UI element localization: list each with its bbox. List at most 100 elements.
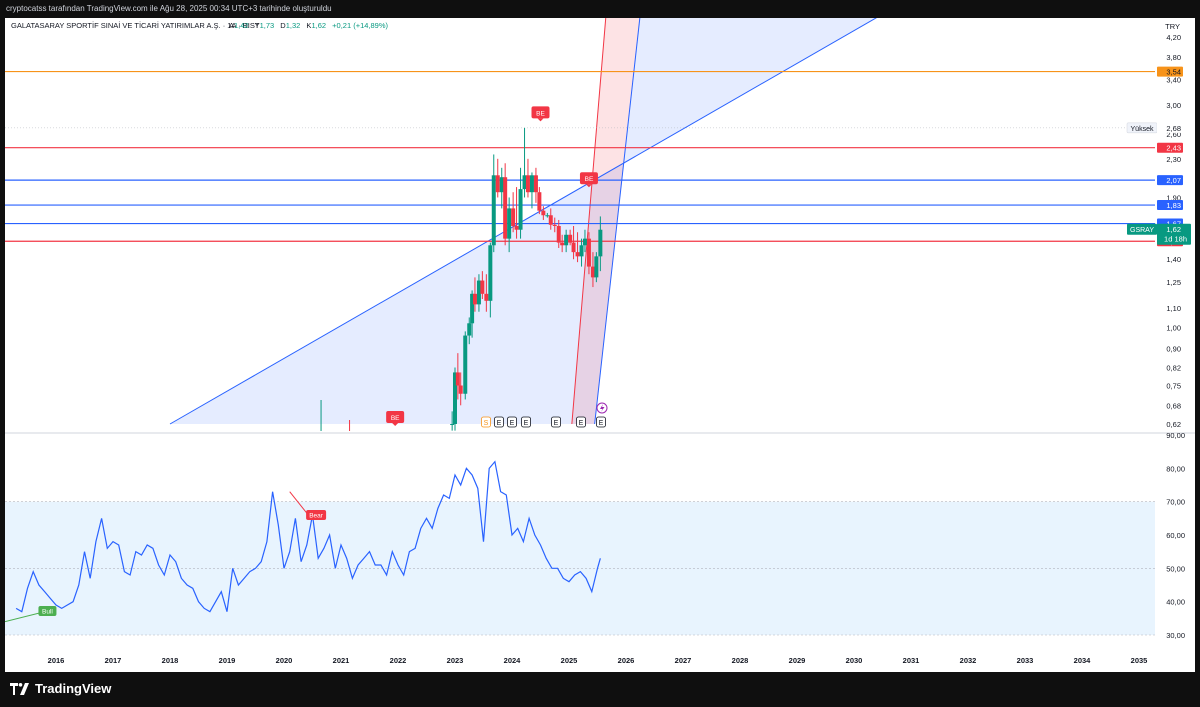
price-pane[interactable]: BEBEBES E E E E E E4,203,803,403,002,602,301,9…: [5, 18, 1195, 434]
bull-signal[interactable]: Bull: [38, 606, 57, 616]
candle-body-8[interactable]: [476, 280, 481, 305]
bear-signal[interactable]: Bear: [306, 510, 327, 520]
candle-body-19[interactable]: [518, 189, 523, 230]
rsi-tick-6: 30,00: [1166, 631, 1185, 640]
event-icon-2[interactable]: E: [507, 416, 517, 428]
ohlc-high: 1,73: [260, 21, 275, 30]
be-marker-arrow: [537, 118, 544, 122]
event-icon-letter: S: [484, 420, 489, 427]
time-tick-2026: 2026: [618, 656, 635, 665]
event-icon-6[interactable]: E: [596, 416, 606, 428]
candle-body-36[interactable]: [582, 238, 587, 246]
candle-body-31[interactable]: [564, 234, 569, 246]
candle-body-30[interactable]: [560, 242, 565, 246]
price-tick-3: 3,00: [1166, 101, 1181, 110]
high-tag[interactable]: Yüksek 2,68: [1126, 122, 1183, 134]
candle-body-4[interactable]: [463, 335, 468, 394]
time-tick-2021: 2021: [333, 656, 350, 665]
candle-body-5[interactable]: [467, 323, 472, 336]
level-tag-3[interactable]: 1,83: [1157, 200, 1183, 211]
event-icon-letter: E: [599, 420, 604, 427]
candle-body-2[interactable]: [455, 372, 460, 386]
be-marker-label: BE: [536, 110, 545, 117]
time-tick-2029: 2029: [789, 656, 806, 665]
price-tick-10: 1,10: [1166, 304, 1181, 313]
candle-body-32[interactable]: [568, 234, 573, 243]
candle-body-24[interactable]: [537, 192, 542, 211]
candle-body-37[interactable]: [586, 238, 591, 267]
candle-body-38[interactable]: [590, 266, 595, 278]
candle-body-20[interactable]: [522, 175, 527, 190]
candle-body-13[interactable]: [495, 175, 500, 193]
event-icon-letter: E: [579, 420, 584, 427]
chart-title: GALATASARAY SPORTİF SINAİ VE TİCARİ YATI…: [11, 21, 260, 30]
event-icon-letter: E: [524, 420, 529, 427]
rsi-tick-5: 40,00: [1166, 598, 1185, 607]
candle-body-26[interactable]: [545, 215, 550, 217]
event-icon-4[interactable]: E: [551, 416, 561, 428]
lightning-icon[interactable]: [596, 402, 608, 414]
price-tick-12: 0,90: [1166, 345, 1181, 354]
candle-body-27[interactable]: [548, 215, 553, 225]
be-marker-arrow: [392, 423, 399, 426]
price-tick-1: 3,80: [1166, 53, 1181, 62]
event-icon-3[interactable]: E: [521, 416, 531, 428]
time-tick-2030: 2030: [846, 656, 863, 665]
event-icon-1[interactable]: E: [494, 416, 504, 428]
high-tag-value: 2,68: [1166, 124, 1181, 133]
candle-body-17[interactable]: [511, 208, 516, 226]
candle-body-23[interactable]: [533, 175, 538, 193]
price-tick-2: 3,40: [1166, 76, 1181, 85]
candle-body-29[interactable]: [556, 225, 561, 243]
candle-body-33[interactable]: [571, 242, 576, 253]
brand-name: TradingView: [35, 681, 112, 696]
price-tick-14: 0,75: [1166, 381, 1181, 390]
price-tick-5: 2,30: [1166, 155, 1181, 164]
candle-body-15[interactable]: [503, 177, 508, 239]
chart-frame[interactable]: BE BE BE S E E E E E E 4,20 3,80 3,40 3,00 2,60 2,30 1,9…: [4, 18, 1195, 672]
attribution-text: cryptocatss tarafından TradingView.com i…: [6, 4, 332, 13]
chart-svg[interactable]: BEBEBES E E E E E E4,203,803,403,002,602,301,9…: [4, 18, 1195, 672]
level-tag-2[interactable]: 2,07: [1157, 175, 1183, 186]
candle-body-28[interactable]: [552, 224, 557, 226]
candle-body-11[interactable]: [488, 245, 493, 301]
footer-bar: TradingView: [0, 672, 1200, 707]
price-tick-11: 1,00: [1166, 323, 1181, 332]
candle-body-0[interactable]: [450, 424, 455, 425]
candle-body-3[interactable]: [458, 385, 463, 394]
level-tag-0[interactable]: 3,54: [1157, 66, 1183, 77]
event-icon-0[interactable]: S: [481, 416, 491, 428]
candle-body-34[interactable]: [575, 252, 580, 257]
candle-body-21[interactable]: [525, 175, 530, 193]
time-tick-2025: 2025: [561, 656, 578, 665]
candle-body-9[interactable]: [480, 280, 485, 294]
price-plot[interactable]: BE BE BE: [5, 18, 1155, 431]
time-axis[interactable]: 2016 2017 2018 2019 2020 2021 2022 2023 2024 2025…: [48, 656, 1148, 665]
candle-body-18[interactable]: [514, 225, 519, 230]
rsi-tick-3: 60,00: [1166, 531, 1185, 540]
ohlc-change: +0,21 (+14,89%): [332, 21, 388, 30]
candle-body-10[interactable]: [484, 293, 489, 301]
be-marker-1[interactable]: BE: [531, 106, 550, 122]
rsi-tick-4: 50,00: [1166, 564, 1185, 573]
event-icon-5[interactable]: E: [576, 416, 586, 428]
time-tick-2022: 2022: [390, 656, 407, 665]
time-tick-2033: 2033: [1017, 656, 1034, 665]
candle-body-12[interactable]: [491, 175, 496, 246]
ohlc-close: 1,62: [311, 21, 326, 30]
symbol-tag-name: GSRAY: [1130, 227, 1154, 234]
candle-body-7[interactable]: [472, 293, 477, 305]
time-tick-2018: 2018: [162, 656, 179, 665]
candle-body-16[interactable]: [507, 208, 512, 239]
candle-body-35[interactable]: [579, 245, 584, 257]
tradingview-logo[interactable]: TradingView: [10, 681, 111, 696]
candle-body-40[interactable]: [598, 229, 603, 257]
candle-body-25[interactable]: [541, 210, 546, 216]
be-marker-label: BE: [585, 176, 594, 183]
candle-body-22[interactable]: [529, 175, 534, 193]
level-tag-1[interactable]: 2,43: [1157, 142, 1183, 153]
rsi-pane[interactable]: 90,00 80,00 70,00 60,00 50,00 40,00 30,00 Bull B…: [4, 431, 1185, 640]
candle-body-14[interactable]: [499, 177, 504, 193]
candle-body-39[interactable]: [594, 256, 599, 278]
price-tick-15: 0,68: [1166, 401, 1181, 410]
